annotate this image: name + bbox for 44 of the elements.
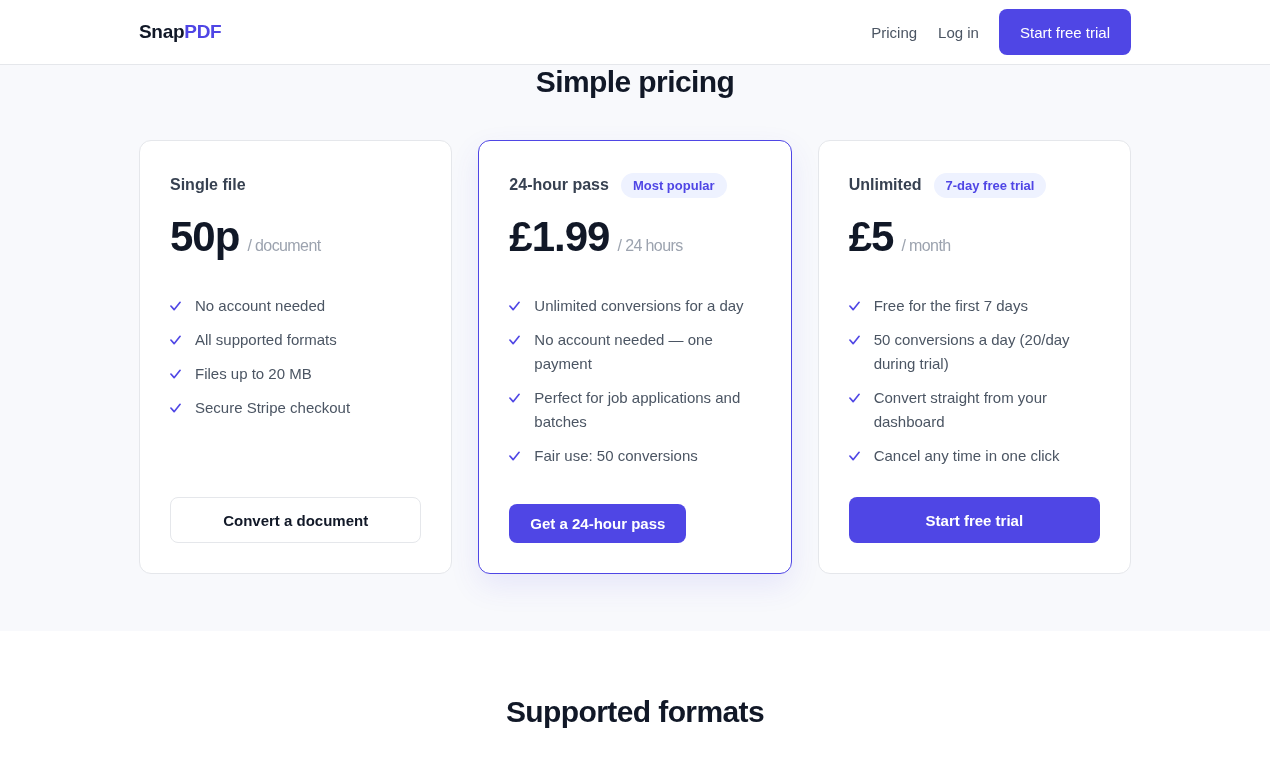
logo[interactable]: SnapPDF: [139, 21, 222, 43]
feature-text: Fair use: 50 conversions: [534, 446, 698, 466]
check-icon: [509, 335, 521, 345]
check-icon: [509, 451, 521, 461]
feature-text: Perfect for job applications and batches: [534, 388, 742, 432]
check-icon: [170, 301, 181, 311]
check-icon: [509, 301, 521, 311]
feature-text: All supported formats: [195, 330, 337, 350]
plan-button[interactable]: Start free trial: [848, 497, 1100, 543]
check-icon: [170, 369, 181, 379]
check-icon: [848, 301, 860, 311]
feature-text: Secure Stripe checkout: [195, 398, 351, 418]
check-icon: [170, 335, 181, 345]
feature-text: Convert straight from your dashboard: [873, 388, 1049, 432]
feature-text: No account needed: [195, 296, 326, 316]
nav-link[interactable]: Log in: [938, 23, 979, 41]
feature-text: 50 conversions a day (20/day during trial): [873, 330, 1071, 374]
check-icon: [848, 451, 860, 461]
plan-name: 24-hour pass: [509, 176, 609, 194]
section-heading: Simple pricing: [534, 65, 736, 98]
feature-text: Files up to 20 MB: [195, 364, 312, 384]
plan-button[interactable]: Get a 24-hour pass: [509, 504, 687, 543]
nav-link[interactable]: Pricing: [871, 23, 918, 41]
feature-text: Free for the first 7 days: [873, 296, 1028, 316]
feature-text: Unlimited conversions for a day: [534, 296, 744, 316]
price: £1.99: [509, 212, 610, 262]
check-icon: [509, 393, 521, 403]
feature-text: Cancel any time in one click: [873, 446, 1060, 466]
section-heading: Supported formats: [504, 696, 766, 728]
plan-name: Single file: [170, 176, 246, 194]
plan-name: Unlimited: [848, 176, 922, 194]
price-period: / 24 hours: [617, 237, 683, 255]
price-period: / month: [901, 237, 951, 255]
plan-tag: 7-day free trial: [933, 172, 1047, 198]
plan-tag: Most popular: [620, 172, 727, 198]
check-icon: [848, 393, 860, 403]
price: £5: [848, 212, 894, 262]
check-icon: [848, 335, 860, 345]
feature-text: No account needed — one payment: [534, 330, 714, 374]
start-trial-button[interactable]: Start free trial: [998, 9, 1131, 55]
plan-button[interactable]: Convert a document: [170, 497, 422, 543]
check-icon: [170, 403, 181, 413]
price: 50p: [170, 212, 240, 262]
price-period: / document: [247, 237, 321, 255]
